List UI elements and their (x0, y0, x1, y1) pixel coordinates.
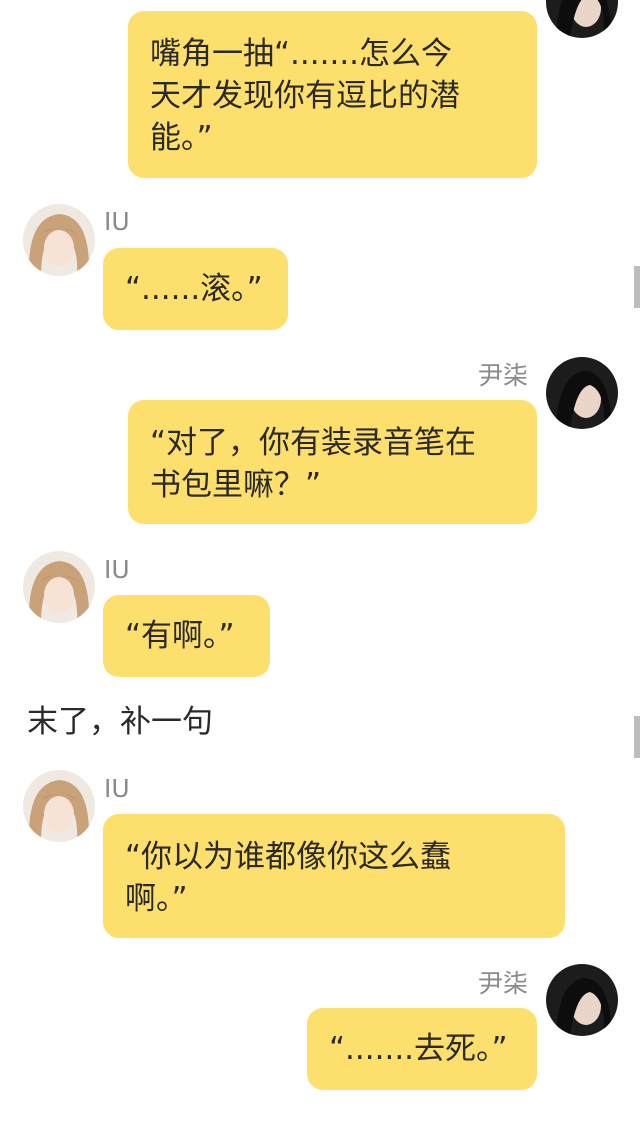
sender-name: IU (104, 555, 130, 584)
message-bubble[interactable]: “......滚。” (103, 248, 288, 330)
sender-name: 尹柒 (478, 361, 529, 390)
dark-hair-avatar-icon (546, 0, 618, 38)
sender-name: 尹柒 (478, 969, 529, 998)
light-hair-avatar-icon (23, 770, 95, 842)
message-bubble[interactable]: “有啊。” (103, 595, 270, 677)
message-bubble[interactable]: “你以为谁都像你这么蠢 啊。” (103, 814, 565, 938)
sender-name: IU (104, 774, 130, 803)
scroll-indicator[interactable] (634, 716, 640, 758)
sender-name: IU (104, 207, 130, 236)
avatar-other[interactable] (23, 204, 95, 276)
narration-text: 末了，补一句 (27, 704, 213, 740)
avatar-other[interactable] (23, 770, 95, 842)
scroll-indicator[interactable] (634, 266, 640, 308)
message-bubble[interactable]: 嘴角一抽“.......怎么今 天才发现你有逗比的潜 能。” (128, 11, 537, 178)
dark-hair-avatar-icon (546, 357, 618, 429)
avatar-other[interactable] (23, 551, 95, 623)
light-hair-avatar-icon (23, 551, 95, 623)
avatar-self[interactable] (546, 0, 618, 38)
light-hair-avatar-icon (23, 204, 95, 276)
avatar-self[interactable] (546, 964, 618, 1036)
dark-hair-avatar-icon (546, 964, 618, 1036)
message-bubble[interactable]: “对了，你有装录音笔在 书包里嘛？” (128, 400, 537, 524)
message-bubble[interactable]: “.......去死。” (307, 1008, 537, 1090)
avatar-self[interactable] (546, 357, 618, 429)
